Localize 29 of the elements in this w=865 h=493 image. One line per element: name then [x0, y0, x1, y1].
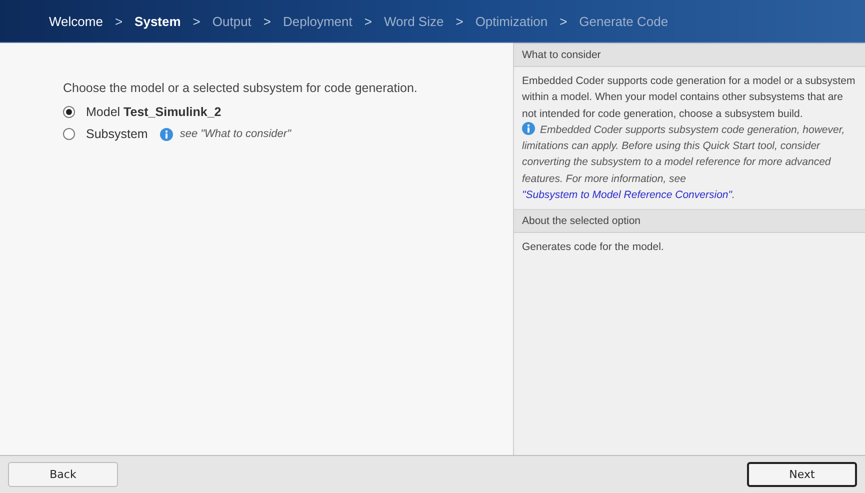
body-text: Generates code for the model.: [522, 240, 665, 256]
separator-arrow: >: [364, 14, 372, 28]
wizard-button[interactable]: Back: [8, 462, 118, 487]
wizard-step[interactable]: Output: [212, 14, 252, 28]
note-text: Embedded Coder supports subsystem code generation, however, limitations can apply. Before using this Quick Start tool, consider converting the subsystem to a model reference for more advanced features. For more information, see "Subsystem to Model Reference Conversion".: [522, 122, 846, 204]
info-icon: [160, 128, 173, 140]
radio-label[interactable]: Model Test_Simulink_2: [86, 105, 222, 119]
wizard-step[interactable]: Generate Code: [579, 14, 668, 28]
wizard-button[interactable]: Next: [747, 462, 857, 487]
instruction-text: Choose the model or a selected subsystem for code generation.: [63, 81, 418, 95]
wizard-step[interactable]: Deployment: [283, 14, 352, 28]
wizard-step[interactable]: Word Size: [384, 14, 444, 28]
wizard-step[interactable]: Welcome: [49, 14, 103, 28]
info-icon: [522, 122, 535, 135]
hint-text: see "What to consider": [180, 128, 291, 140]
separator-arrow: >: [456, 14, 464, 28]
radio-button[interactable]: [63, 106, 75, 118]
section-header: What to consider: [514, 43, 865, 67]
help-link[interactable]: "Subsystem to Model Reference Conversion": [522, 189, 732, 202]
body-text: Embedded Coder supports code generation for a model or a subsystem within a model. When your model contains other subsystems that are not intended for code generation, choose a subsystem build.: [522, 74, 856, 122]
separator-arrow: >: [114, 14, 123, 28]
radio-label[interactable]: Subsystem: [86, 127, 148, 141]
wizard-step[interactable]: Optimization: [475, 14, 548, 28]
radio-button[interactable]: [63, 128, 75, 140]
separator-arrow: >: [192, 14, 200, 28]
wizard-step[interactable]: System: [134, 14, 181, 28]
separator-arrow: >: [560, 14, 568, 28]
separator-arrow: >: [263, 14, 272, 28]
section-header: About the selected option: [514, 209, 865, 234]
